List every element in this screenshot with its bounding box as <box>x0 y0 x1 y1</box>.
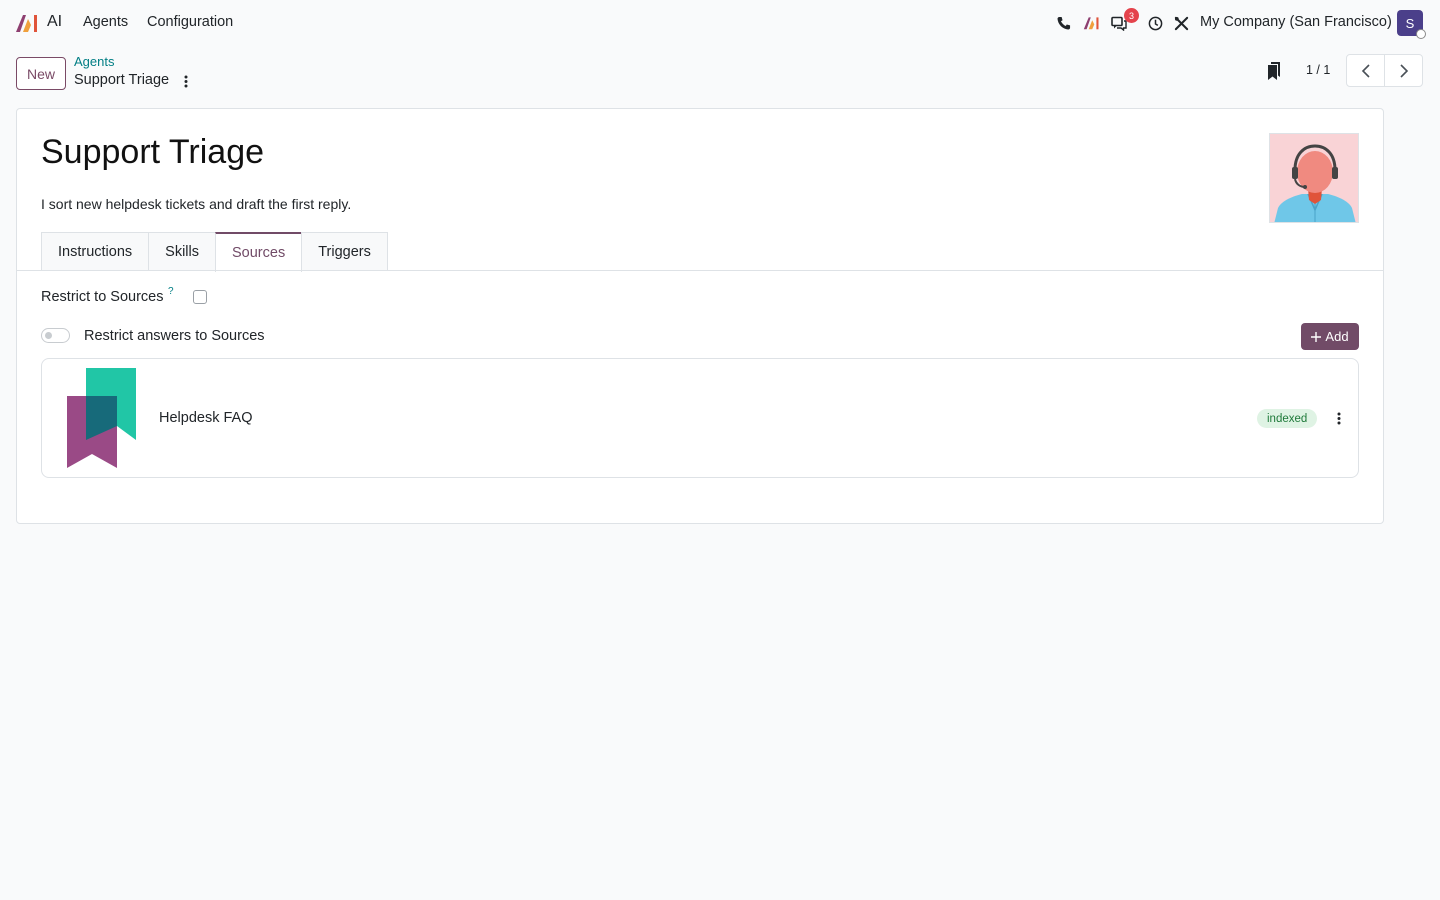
chevron-left-icon <box>1361 63 1370 78</box>
ai-app-logo-icon[interactable] <box>15 13 39 33</box>
top-navbar: AI Agents Configuration 3 My Company (Sa… <box>0 0 1440 46</box>
user-status-icon <box>1416 29 1426 39</box>
app-name[interactable]: AI <box>47 13 62 31</box>
plus-icon <box>1311 331 1322 342</box>
ai-icon[interactable] <box>1082 14 1100 32</box>
add-source-label: Add <box>1325 329 1349 344</box>
pager-previous-button[interactable] <box>1346 54 1385 87</box>
new-button[interactable]: New <box>16 57 66 90</box>
messages-count-badge: 3 <box>1124 8 1139 23</box>
toggle-knob <box>45 332 52 339</box>
add-source-button[interactable]: Add <box>1301 323 1359 350</box>
form-sheet: Support Triage I sort new helpdesk ticke… <box>16 108 1384 524</box>
agent-subtitle[interactable]: I sort new helpdesk tickets and draft th… <box>41 196 351 212</box>
tools-icon[interactable] <box>1172 14 1190 32</box>
menu-agents[interactable]: Agents <box>83 14 128 30</box>
tab-skills[interactable]: Skills <box>148 232 216 271</box>
restrict-answers-toggle[interactable] <box>41 328 70 343</box>
knowledge-source-icon <box>67 368 136 468</box>
tab-sources[interactable]: Sources <box>215 232 303 272</box>
tab-triggers[interactable]: Triggers <box>301 232 388 271</box>
restrict-to-sources-label: Restrict to Sources <box>41 289 164 305</box>
clock-icon[interactable] <box>1146 14 1164 32</box>
bookmark-icon[interactable] <box>1266 61 1284 81</box>
source-status-badge: indexed <box>1257 409 1318 428</box>
breadcrumb-agents-link[interactable]: Agents <box>74 54 114 69</box>
pager-value[interactable]: 1 / 1 <box>1306 63 1330 77</box>
source-name: Helpdesk FAQ <box>159 410 253 426</box>
phone-icon[interactable] <box>1054 14 1072 32</box>
tabs-divider <box>17 270 1383 271</box>
breadcrumb-current: Support Triage <box>74 72 170 88</box>
menu-configuration[interactable]: Configuration <box>147 14 233 30</box>
source-options-kebab-icon[interactable] <box>1334 410 1344 426</box>
chevron-right-icon <box>1399 63 1408 78</box>
agent-avatar-image[interactable] <box>1269 133 1359 223</box>
user-initial: S <box>1405 15 1415 31</box>
source-card[interactable]: Helpdesk FAQ indexed <box>41 358 1359 478</box>
company-switcher[interactable]: My Company (San Francisco) <box>1200 14 1392 30</box>
help-tooltip-icon[interactable]: ? <box>168 286 174 297</box>
user-avatar[interactable]: S <box>1397 10 1426 39</box>
pager-next-button[interactable] <box>1384 54 1423 87</box>
form-tabs: Instructions Skills Sources Triggers <box>41 232 388 272</box>
restrict-answers-label: Restrict answers to Sources <box>84 328 265 344</box>
actions-kebab-icon[interactable] <box>180 73 192 89</box>
agent-title[interactable]: Support Triage <box>41 133 264 172</box>
restrict-to-sources-checkbox[interactable] <box>193 290 207 304</box>
tab-instructions[interactable]: Instructions <box>41 232 150 271</box>
